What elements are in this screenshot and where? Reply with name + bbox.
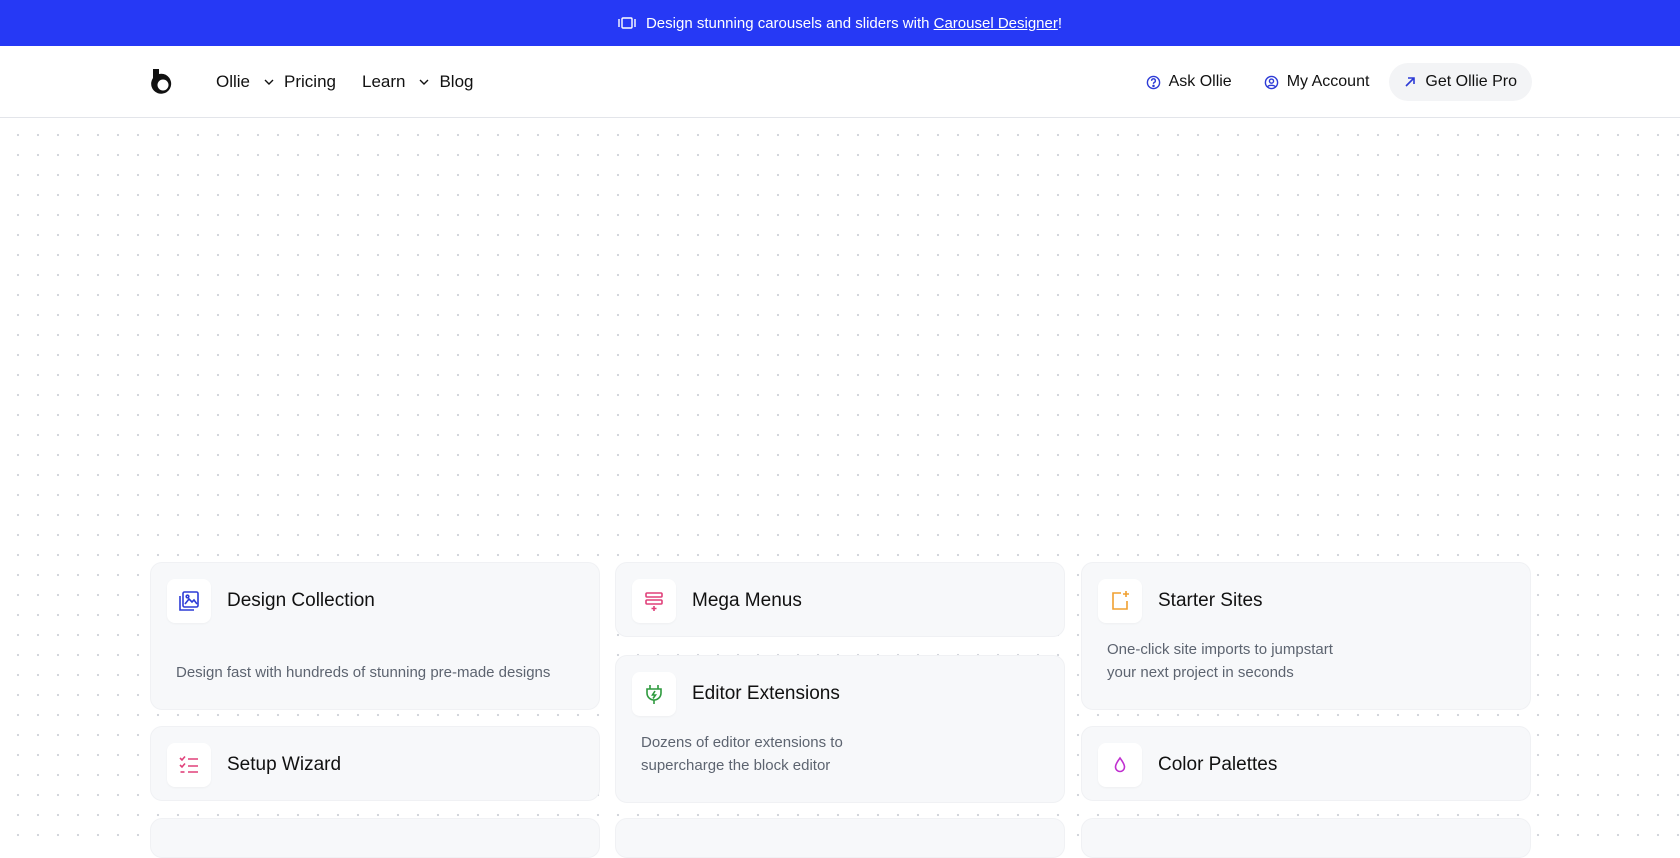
checklist-icon	[167, 743, 211, 787]
add-frame-icon	[1098, 579, 1142, 623]
card-description-line: supercharge the block editor	[641, 757, 831, 774]
announcement-text: Design stunning carousels and sliders wi…	[645, 14, 930, 32]
announcement-bar: Design stunning carousels and sliders wi…	[0, 0, 1680, 46]
nav-item-label: Learn	[361, 72, 406, 91]
my-account-link[interactable]: My Account	[1264, 73, 1370, 91]
main-navbar: Ollie Pricing Learn Blog Ask Ollie My Ac…	[0, 46, 1680, 118]
arrow-up-right-icon	[1405, 77, 1416, 87]
get-ollie-pro-label: Get Ollie Pro	[1425, 73, 1517, 90]
ollie-logo[interactable]	[148, 66, 176, 98]
card-title: Setup Wizard	[227, 754, 342, 775]
card-description-line: One-click site imports to jumpstart	[1107, 641, 1333, 658]
primary-nav: Ollie Pricing Learn Blog	[216, 46, 474, 118]
card-editor-extensions[interactable]: Editor Extensions Dozens of editor exten…	[615, 655, 1065, 803]
get-ollie-pro-button[interactable]: Get Ollie Pro	[1389, 63, 1532, 101]
help-circle-icon	[1146, 75, 1160, 89]
card-setup-wizard[interactable]: Setup Wizard	[150, 726, 600, 801]
plug-icon	[632, 672, 676, 716]
card-mega-menus[interactable]: Mega Menus	[615, 562, 1065, 637]
chevron-down-icon	[264, 79, 274, 85]
card-partial[interactable]	[615, 818, 1065, 858]
card-color-palettes[interactable]: Color Palettes	[1081, 726, 1531, 801]
secondary-nav: Ask Ollie My Account Get Ollie Pro	[1114, 46, 1532, 118]
announcement-suffix: !	[1057, 14, 1063, 32]
card-title: Editor Extensions	[692, 683, 840, 704]
nav-item-ollie[interactable]: Ollie	[216, 72, 284, 92]
card-partial[interactable]	[150, 818, 600, 858]
card-title: Mega Menus	[692, 590, 802, 611]
card-description-line: Dozens of editor extensions to	[641, 734, 843, 751]
carousel-designer-link[interactable]: Carousel Designer	[934, 15, 1058, 32]
mega-menu-icon	[632, 579, 676, 623]
card-description: Design fast with hundreds of stunning pr…	[176, 664, 551, 681]
card-title: Starter Sites	[1158, 590, 1263, 611]
nav-item-label: Blog	[439, 72, 474, 91]
nav-item-label: Pricing	[284, 72, 336, 91]
carousel-icon	[618, 16, 636, 30]
image-gallery-icon	[167, 579, 211, 623]
my-account-label: My Account	[1286, 73, 1370, 90]
card-starter-sites[interactable]: Starter Sites One-click site imports to …	[1081, 562, 1531, 710]
nav-item-pricing[interactable]: Pricing	[284, 72, 336, 92]
card-partial[interactable]	[1081, 818, 1531, 858]
nav-item-blog[interactable]: Blog	[439, 72, 473, 92]
chevron-down-icon	[419, 79, 429, 85]
card-description-line: your next project in seconds	[1107, 664, 1294, 681]
user-circle-icon	[1264, 75, 1278, 89]
droplet-icon	[1098, 743, 1142, 787]
card-description: Dozens of editor extensions to superchar…	[641, 731, 843, 777]
card-design-collection[interactable]: Design Collection Design fast with hundr…	[150, 562, 600, 710]
card-description: One-click site imports to jumpstart your…	[1107, 638, 1333, 684]
nav-item-label: Ollie	[216, 72, 251, 91]
nav-item-learn[interactable]: Learn	[362, 72, 439, 92]
card-title: Design Collection	[227, 590, 375, 611]
card-title: Color Palettes	[1158, 754, 1278, 775]
ask-ollie-label: Ask Ollie	[1168, 73, 1232, 90]
ask-ollie-link[interactable]: Ask Ollie	[1146, 73, 1232, 91]
